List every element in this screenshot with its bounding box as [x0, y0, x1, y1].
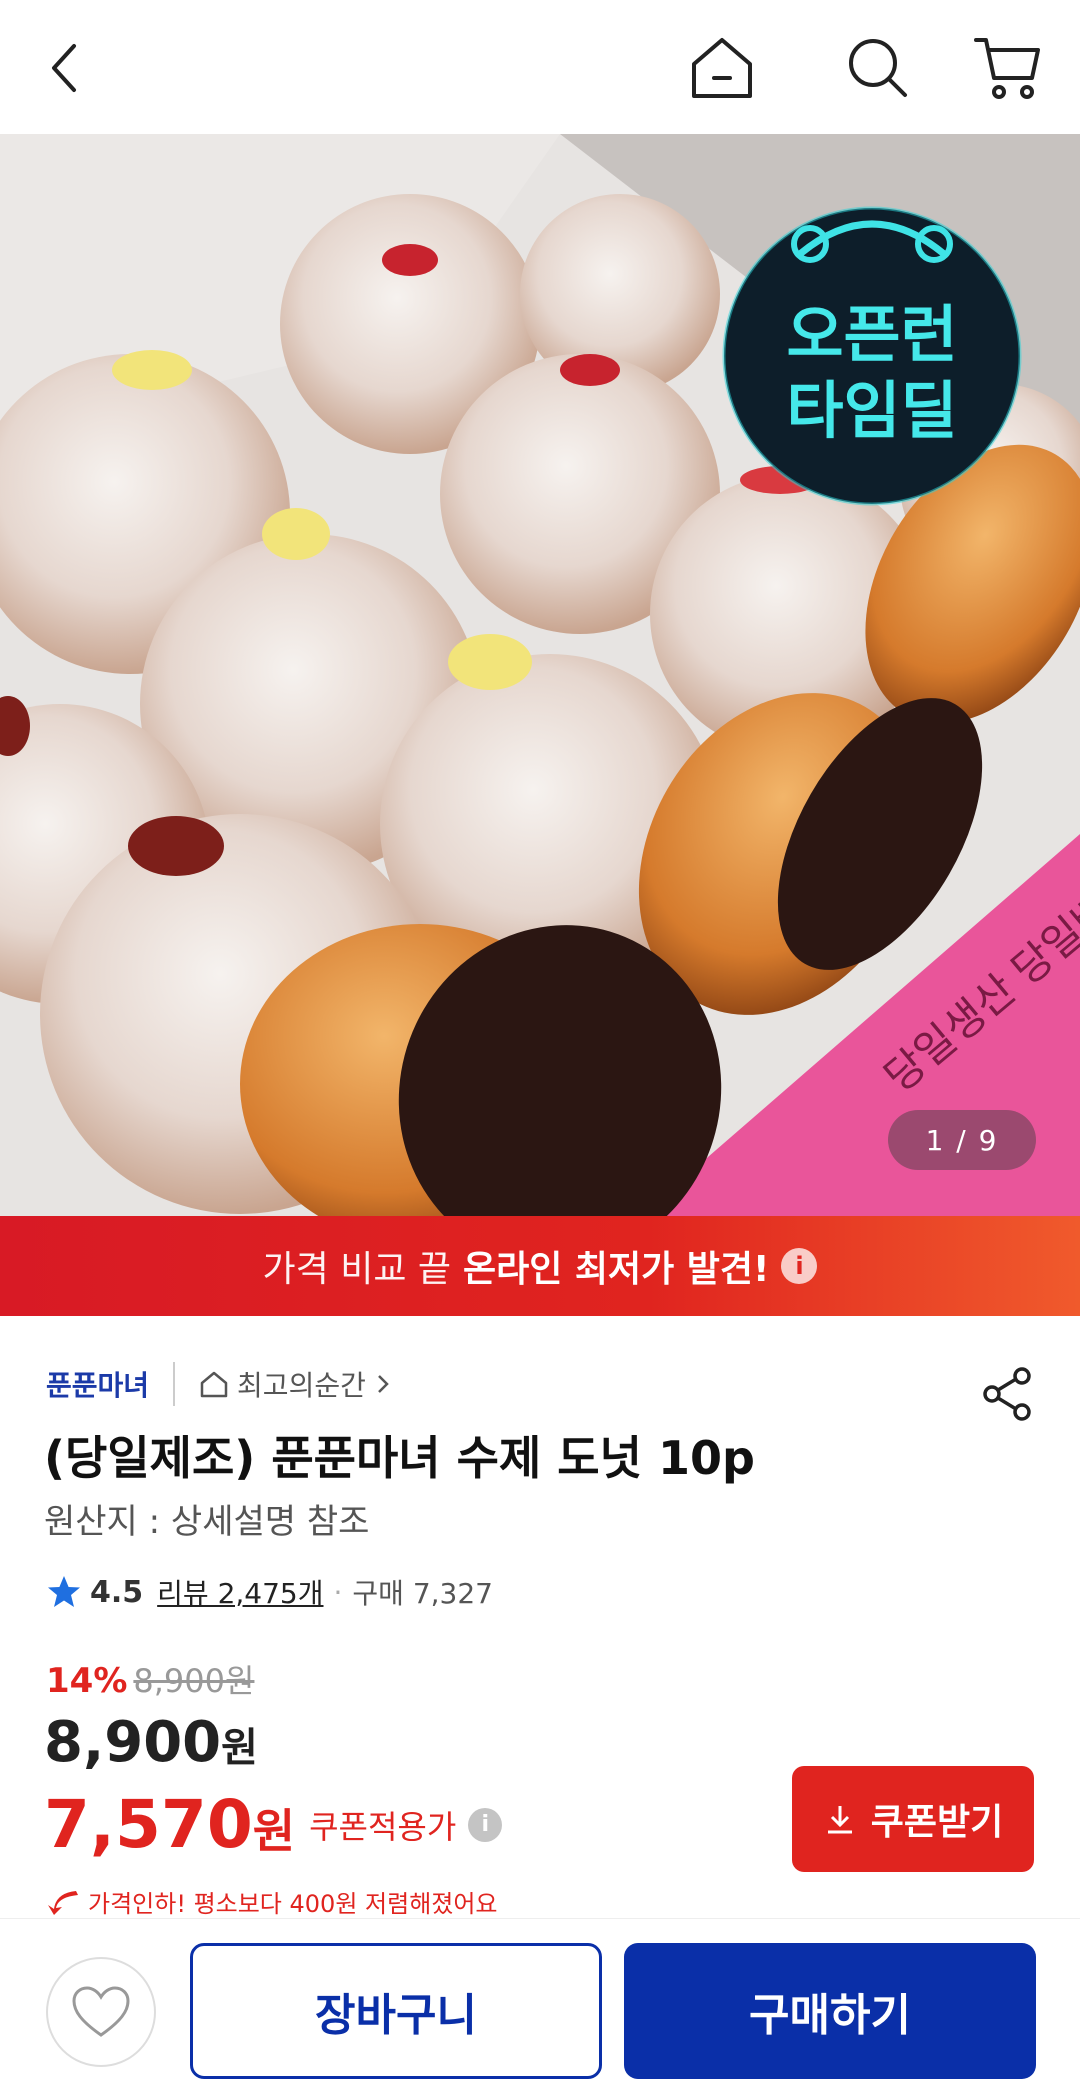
get-coupon-button[interactable]: 쿠폰받기 [792, 1766, 1034, 1872]
banner-highlight-text: 온라인 최저가 발견! [463, 1249, 770, 1290]
cart-icon [974, 38, 1040, 99]
badge-line-2: 타임딜 [786, 374, 957, 447]
home-button[interactable] [682, 28, 762, 108]
shop-name-link[interactable]: 푼푼마녀 [46, 1364, 149, 1404]
back-button[interactable] [26, 28, 106, 108]
star-icon [48, 1576, 80, 1607]
sale-price-number: 8,900 [44, 1710, 222, 1775]
price-drop-text: 가격인하! 평소보다 400원 저렴해졌어요 [88, 1890, 498, 1918]
rating-score: 4.5 [90, 1574, 144, 1610]
share-button[interactable] [978, 1364, 1038, 1424]
sale-price: 8,900원 [44, 1710, 258, 1775]
discount-row: 14% 8,900원 [46, 1656, 254, 1702]
discount-rate: 14% [46, 1661, 128, 1701]
bottom-action-bar: 장바구니 구매하기 [0, 1918, 1080, 2100]
lowest-price-banner[interactable]: 가격 비교 끝 온라인 최저가 발견! i [0, 1216, 1080, 1316]
image-page-indicator: 1 / 9 [888, 1110, 1036, 1170]
top-navigation-bar [0, 0, 1080, 134]
buy-now-button[interactable]: 구매하기 [624, 1943, 1036, 2079]
review-count-link[interactable]: 리뷰 2,475개 [157, 1572, 323, 1612]
coupon-price-number: 7,570 [44, 1786, 253, 1863]
info-icon[interactable]: i [781, 1248, 818, 1284]
badge-line-1: 오픈런 [786, 298, 957, 371]
wishlist-button[interactable] [46, 1957, 156, 2067]
origin-info: 원산지 : 상세설명 참조 [44, 1502, 370, 1542]
coupon-price-unit: 원 [252, 1804, 296, 1858]
chevron-right-icon [377, 1375, 389, 1393]
coupon-price-label: 쿠폰적용가 [309, 1807, 457, 1846]
shop-row: 푼푼마녀 최고의순간 [46, 1362, 392, 1406]
original-price: 8,900원 [133, 1662, 255, 1700]
add-to-cart-button[interactable]: 장바구니 [190, 1943, 602, 2079]
info-icon[interactable]: i [468, 1807, 503, 1842]
rating-row: 4.5 리뷰 2,475개 · 구매 7,327 [46, 1572, 493, 1612]
donut-box-image: 당일생산 당일배송 오픈런 타임딜 [0, 134, 1080, 1216]
search-icon [849, 39, 907, 97]
product-title: (당일제조) 푼푼마녀 수제 도넛 10p [44, 1431, 755, 1485]
share-icon [983, 1367, 1031, 1421]
search-button[interactable] [838, 28, 918, 108]
download-icon [827, 1806, 852, 1834]
shop-link-label: 최고의순간 [237, 1369, 366, 1402]
home-icon [200, 1371, 228, 1398]
chevron-left-icon [52, 44, 76, 92]
price-drop-note: 가격인하! 평소보다 400원 저렴해졌어요 [46, 1884, 498, 1919]
get-coupon-label: 쿠폰받기 [870, 1802, 1004, 1843]
coupon-price: 7,570원 [44, 1786, 295, 1863]
coupon-price-row: 7,570원 쿠폰적용가 i [44, 1786, 503, 1863]
divider [173, 1362, 176, 1406]
home-icon [692, 38, 752, 98]
price-down-arrow-icon [48, 1890, 78, 1915]
cart-button[interactable] [968, 28, 1048, 108]
separator-dot: · [333, 1575, 343, 1609]
product-image-gallery[interactable]: 당일생산 당일배송 오픈런 타임딜 1 / 9 [0, 134, 1080, 1216]
purchase-count: 구매 7,327 [352, 1577, 493, 1610]
shop-home-link[interactable]: 최고의순간 [199, 1364, 392, 1404]
banner-text: 가격 비교 끝 [262, 1249, 452, 1290]
sale-price-unit: 원 [221, 1725, 258, 1771]
heart-icon [72, 1986, 130, 2037]
